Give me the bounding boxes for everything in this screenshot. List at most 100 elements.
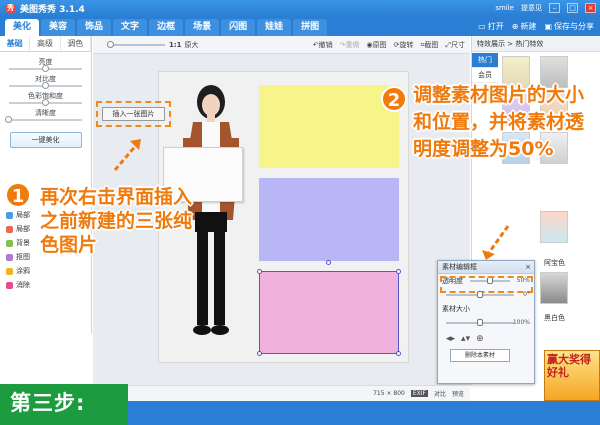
resize-handle[interactable]: [257, 351, 262, 356]
tool-item[interactable]: 局部: [6, 208, 30, 222]
rotation-slider[interactable]: [446, 291, 514, 298]
effect-thumbnail[interactable]: [540, 211, 568, 243]
effects-header: 特效展示 > 热门特效: [472, 36, 600, 52]
purple-color-block[interactable]: [259, 178, 399, 261]
minimize-button[interactable]: –: [549, 3, 560, 13]
tab-basic[interactable]: 基础: [0, 36, 31, 51]
tab-advanced[interactable]: 高级: [30, 36, 61, 51]
app-title: 美图秀秀 3.1.4: [20, 4, 85, 15]
rotate-button[interactable]: ⟳旋转: [394, 40, 414, 50]
preview-button[interactable]: 预览: [452, 389, 464, 398]
resize-button[interactable]: ⤢尺寸: [445, 40, 465, 50]
feedback-link[interactable]: 提意见: [521, 3, 542, 13]
insert-image-menu-item[interactable]: 插入一张图片: [102, 107, 165, 121]
pink-color-block[interactable]: [257, 260, 401, 356]
size-label-row: 素材大小: [442, 305, 470, 313]
delete-material-button[interactable]: 删除本素材: [450, 349, 510, 362]
main-nav: 美化 美容 饰品 文字 边框 场景 闪图 娃娃 拼图 ▭ 打开 ⊕ 新建 ▣ 保存与分…: [0, 16, 600, 36]
step-label: 第三步:: [0, 384, 128, 425]
flip-horizontal-icon[interactable]: ◂▸: [446, 334, 455, 344]
tool-item[interactable]: 涂鸦: [6, 264, 30, 278]
original-image-button[interactable]: ◉原图: [366, 40, 386, 50]
maximize-button[interactable]: □: [567, 3, 578, 13]
tab-beautify[interactable]: 美化: [5, 19, 40, 36]
adjust-slider-row: 清晰度: [0, 107, 91, 124]
slider-knob[interactable]: [41, 65, 49, 72]
size-knob[interactable]: [477, 319, 483, 326]
tab-doll[interactable]: 娃娃: [257, 19, 292, 36]
tab-accessories[interactable]: 饰品: [77, 19, 112, 36]
exif-badge[interactable]: EXIF: [410, 390, 428, 397]
adjust-slider-row: 色彩饱和度: [0, 90, 91, 107]
title-bar: 秀 美图秀秀 3.1.4 smile 提意见 – □ ×: [0, 0, 600, 16]
tab-scene[interactable]: 场景: [185, 19, 220, 36]
size-slider[interactable]: [446, 319, 514, 326]
status-bar: 715 × 800 EXIF 对比 预览: [93, 385, 470, 401]
rotation-value: 0°: [523, 291, 530, 298]
yellow-color-block[interactable]: [259, 85, 399, 168]
thumb-label-bw: 黑白色: [544, 314, 565, 322]
zoom-knob[interactable]: [107, 40, 114, 48]
category-hot[interactable]: 热门: [472, 53, 498, 68]
add-icon[interactable]: ⊕: [476, 334, 484, 344]
tool-item[interactable]: 消除: [6, 278, 30, 292]
new-button[interactable]: ⊕ 新建: [512, 21, 537, 32]
slider-knob[interactable]: [41, 82, 49, 89]
zoom-ratio[interactable]: 1:1: [169, 41, 182, 49]
plus-icon: ⊕: [511, 21, 519, 31]
adjust-slider-row: 亮度: [0, 56, 91, 73]
resize-handle[interactable]: [396, 269, 401, 274]
thumb-label-abao: 阿宝色: [544, 259, 565, 267]
adjust-slider[interactable]: [9, 82, 82, 89]
tab-collage[interactable]: 拼图: [293, 19, 328, 36]
slider-knob[interactable]: [41, 99, 49, 106]
zoom-slider[interactable]: [107, 40, 165, 48]
material-editor-panel: 素材编辑框 × 透明度 50% 0° 素材大小 100% ◂▸ ▴▾ ⊕ 删除本…: [437, 260, 535, 384]
canvas-toolbar: 1:1 原大 ↶撤销 ↷重做 ◉原图 ⟳旋转 ⌗截图 ⤢尺寸: [93, 36, 470, 54]
promo-ad-text: 赢大奖得好礼: [547, 353, 591, 379]
rotate-handle[interactable]: [326, 260, 331, 265]
compare-button[interactable]: 对比: [434, 389, 446, 398]
step1-number: 1: [5, 182, 31, 208]
tab-text[interactable]: 文字: [113, 19, 148, 36]
promo-ad[interactable]: 赢大奖得好礼: [544, 350, 600, 401]
tool-item[interactable]: 局部: [6, 222, 30, 236]
adjust-slider[interactable]: [9, 99, 82, 106]
tab-beauty[interactable]: 美容: [41, 19, 76, 36]
flip-vertical-icon[interactable]: ▴▾: [461, 334, 470, 344]
arrow-to-insert-icon: [113, 139, 141, 171]
step2-number: 2: [381, 86, 407, 112]
image-dimensions: 715 × 800: [373, 390, 405, 397]
tool-item[interactable]: 抠图: [6, 250, 30, 264]
slider-knob[interactable]: [5, 116, 12, 123]
adjust-slider[interactable]: [9, 65, 82, 72]
arrow-to-opacity-icon: [482, 225, 510, 260]
crop-button[interactable]: ⌗截图: [420, 40, 438, 50]
size-row: 100%: [438, 316, 534, 330]
undo-button[interactable]: ↶撤销: [313, 40, 333, 50]
original-size-button[interactable]: 原大: [185, 40, 199, 50]
open-button[interactable]: ▭ 打开: [478, 21, 504, 32]
close-button[interactable]: ×: [585, 3, 596, 13]
category-member[interactable]: 会员: [472, 68, 498, 83]
editor-close-icon[interactable]: ×: [525, 261, 531, 274]
tab-flash[interactable]: 闪图: [221, 19, 256, 36]
tab-border[interactable]: 边框: [149, 19, 184, 36]
slider-label: 清晰度: [35, 109, 56, 117]
effect-thumbnail[interactable]: [540, 272, 568, 304]
resize-handle[interactable]: [396, 351, 401, 356]
resize-handle[interactable]: [257, 269, 262, 274]
folder-icon: ▭: [478, 21, 486, 31]
rotation-knob[interactable]: [477, 291, 483, 298]
app-logo-icon: 秀: [5, 2, 16, 14]
rotation-row: 0°: [438, 288, 534, 302]
username[interactable]: smile: [495, 4, 514, 12]
adjust-slider[interactable]: [5, 116, 82, 123]
redo-button[interactable]: ↷重做: [340, 40, 360, 50]
save-share-button[interactable]: ▣ 保存与分享: [544, 21, 594, 32]
step1-annotation: 再次右击界面插入之前新建的三张纯色图片: [40, 186, 193, 256]
tool-item[interactable]: 背景: [6, 236, 30, 250]
one-click-beautify-button[interactable]: 一键美化: [9, 132, 82, 148]
tool-icon: [6, 281, 13, 289]
tab-color[interactable]: 调色: [61, 36, 91, 51]
